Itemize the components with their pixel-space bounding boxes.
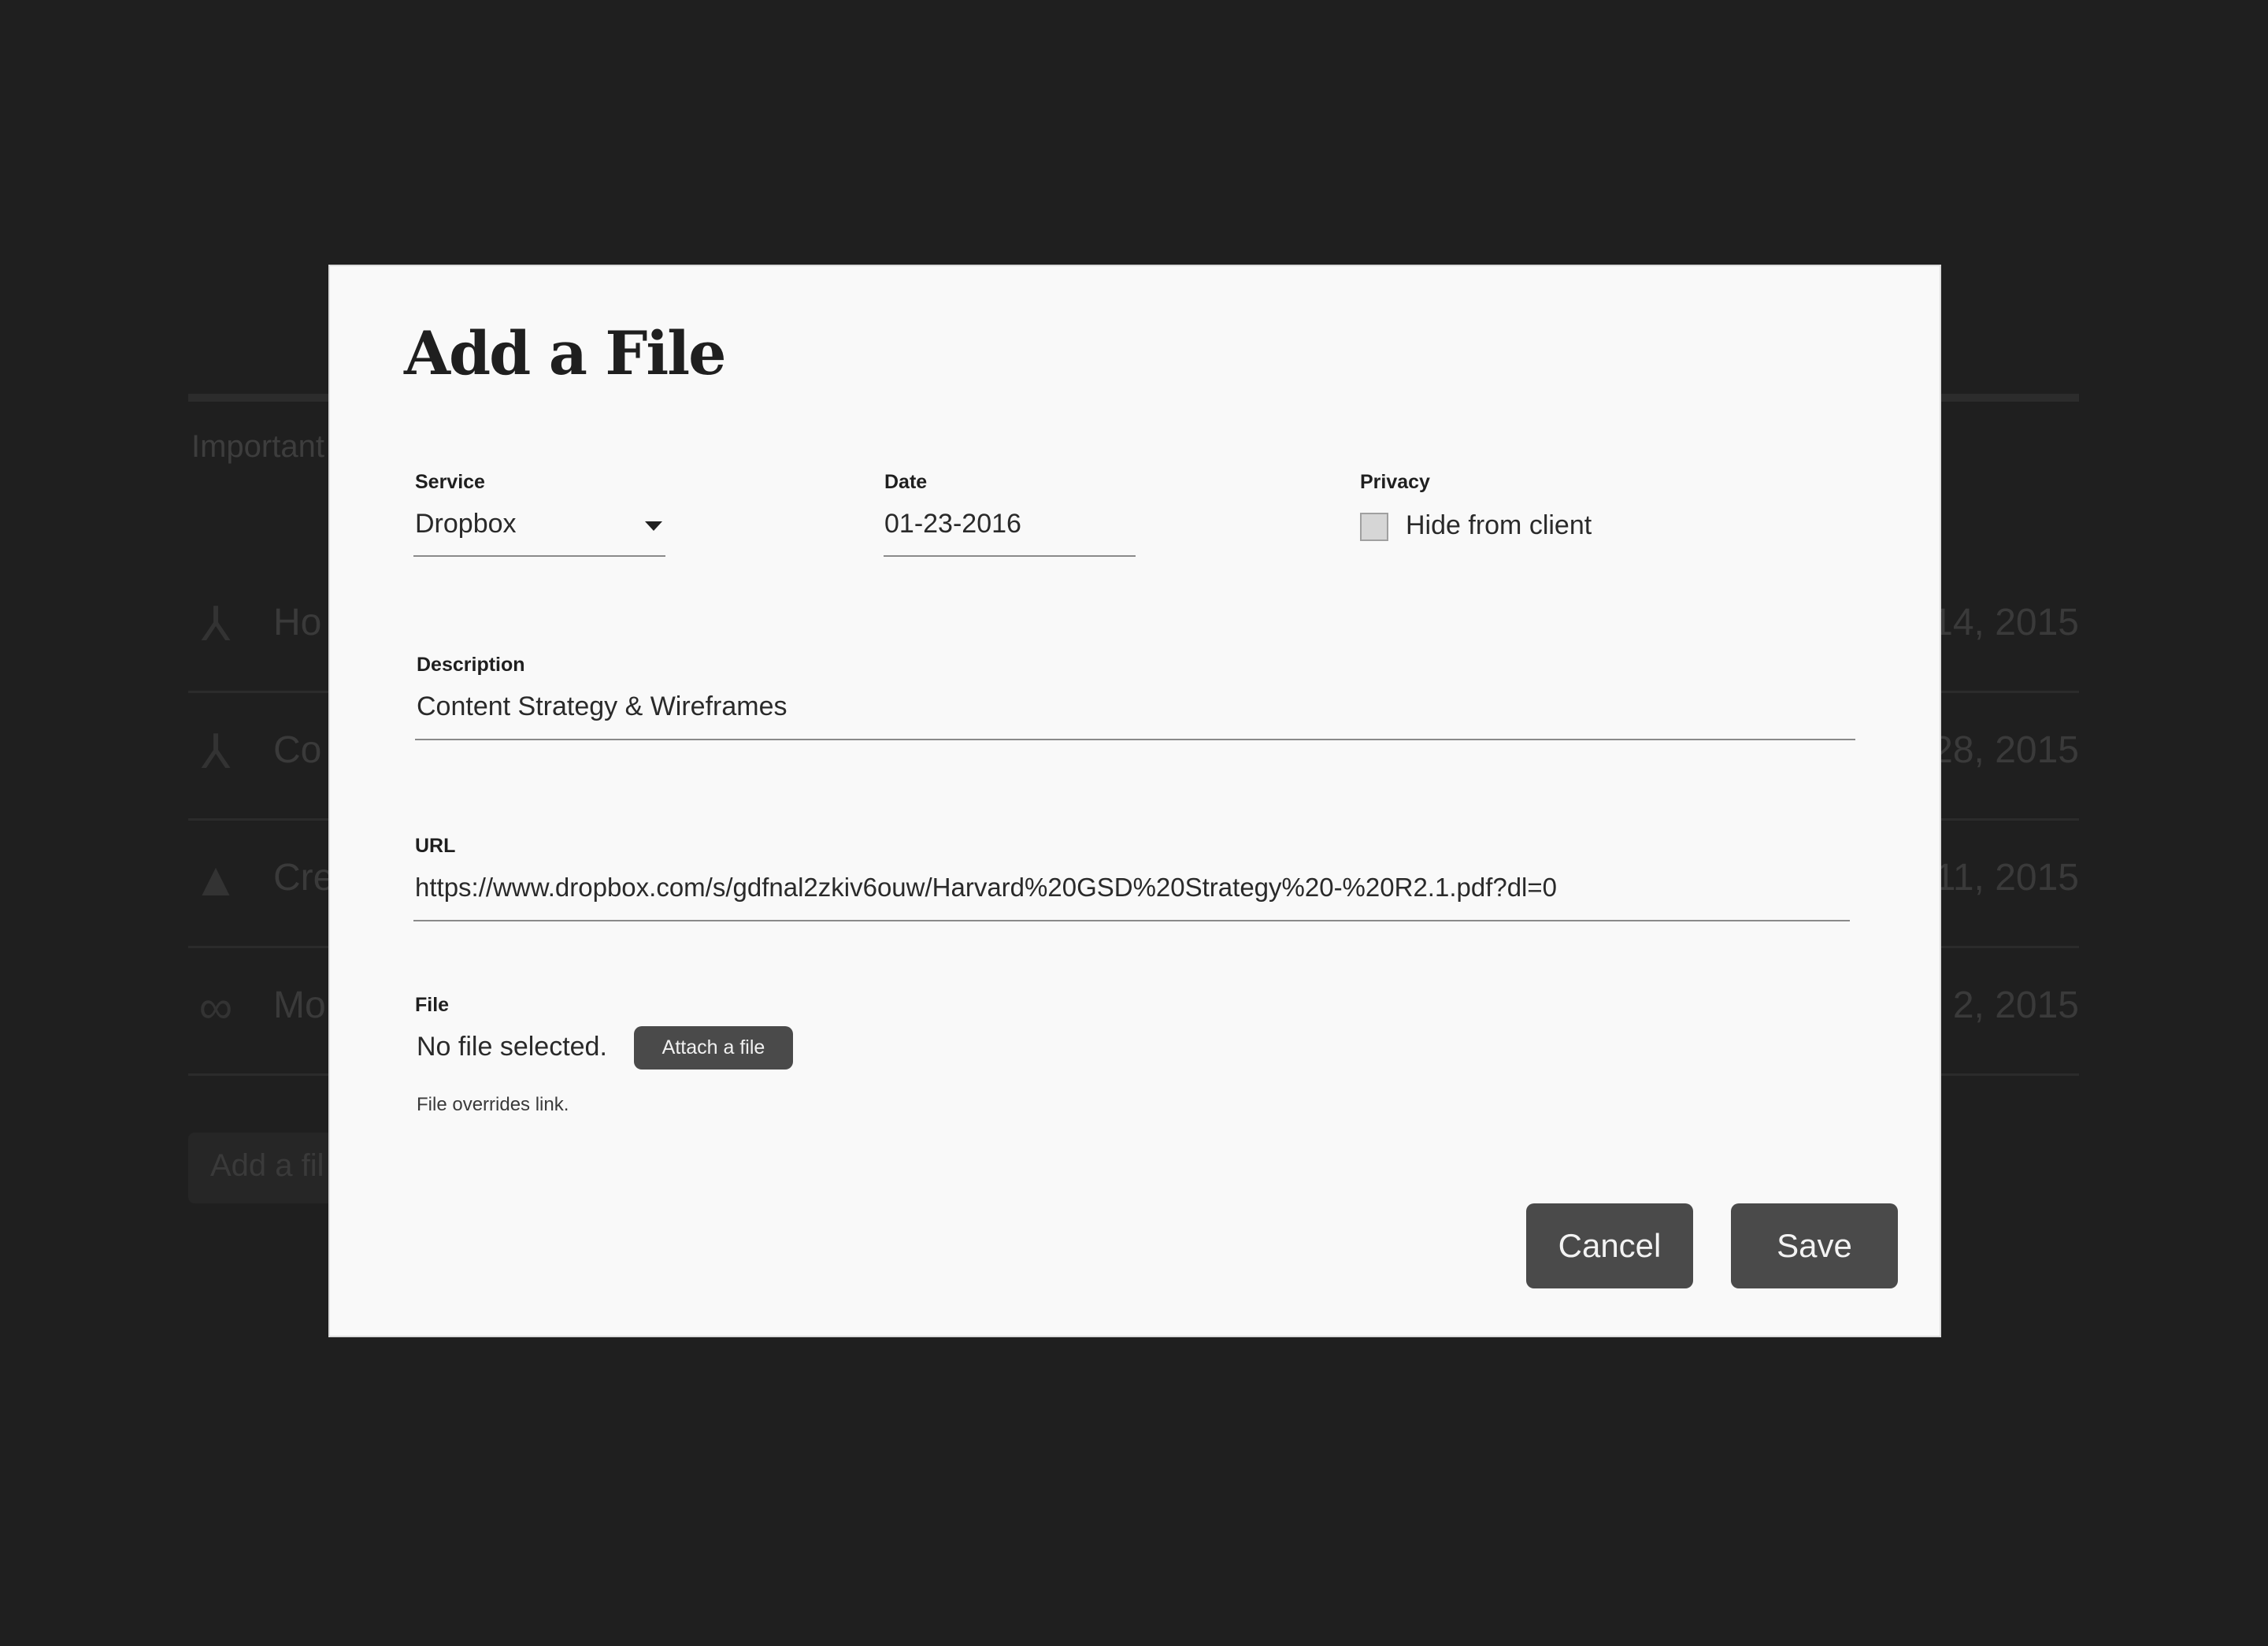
file-name: Co	[273, 729, 322, 771]
file-date: 14, 2015	[1932, 602, 2079, 643]
privacy-label: Privacy	[1360, 471, 1430, 493]
file-name: Ho	[273, 602, 322, 643]
attach-file-button[interactable]: Attach a file	[634, 1026, 793, 1070]
file-label: File	[415, 994, 450, 1016]
dialog-title: Add a File	[404, 318, 726, 388]
section-label: Important	[191, 429, 324, 464]
drive-icon: ▲	[192, 853, 239, 906]
date-underline	[884, 555, 1136, 557]
url-label: URL	[415, 835, 456, 857]
description-underline	[415, 739, 1855, 740]
service-value: Dropbox	[415, 509, 517, 539]
chevron-down-icon	[645, 521, 662, 531]
file-date: 11, 2015	[1934, 857, 2079, 899]
pdf-icon: ⅄	[201, 598, 231, 651]
file-name: Mo	[273, 984, 326, 1026]
add-file-dialog: Add a File Service Dropbox Date 01-23-20…	[328, 265, 1941, 1337]
file-date: 2, 2015	[1952, 984, 2079, 1026]
date-label: Date	[884, 471, 928, 493]
file-name: Cre	[273, 857, 335, 899]
save-button[interactable]: Save	[1731, 1203, 1898, 1288]
pdf-icon: ⅄	[201, 725, 231, 778]
cancel-button[interactable]: Cancel	[1526, 1203, 1693, 1288]
description-label: Description	[417, 654, 525, 676]
file-date: 28, 2015	[1932, 729, 2079, 771]
service-underline	[413, 555, 665, 557]
link-icon: ∞	[198, 981, 233, 1033]
service-select[interactable]: Dropbox	[413, 502, 665, 558]
url-field[interactable]: https://www.dropbox.com/s/gdfnal2zkiv6ou…	[415, 873, 1557, 903]
url-underline	[413, 920, 1850, 921]
file-status: No file selected.	[417, 1032, 607, 1062]
hide-from-client-label[interactable]: Hide from client	[1406, 510, 1592, 541]
date-field[interactable]: 01-23-2016	[884, 509, 1021, 539]
service-label: Service	[415, 471, 485, 493]
description-field[interactable]: Content Strategy & Wireframes	[417, 691, 788, 722]
hide-from-client-checkbox[interactable]	[1360, 513, 1388, 541]
file-hint: File overrides link.	[417, 1094, 569, 1115]
